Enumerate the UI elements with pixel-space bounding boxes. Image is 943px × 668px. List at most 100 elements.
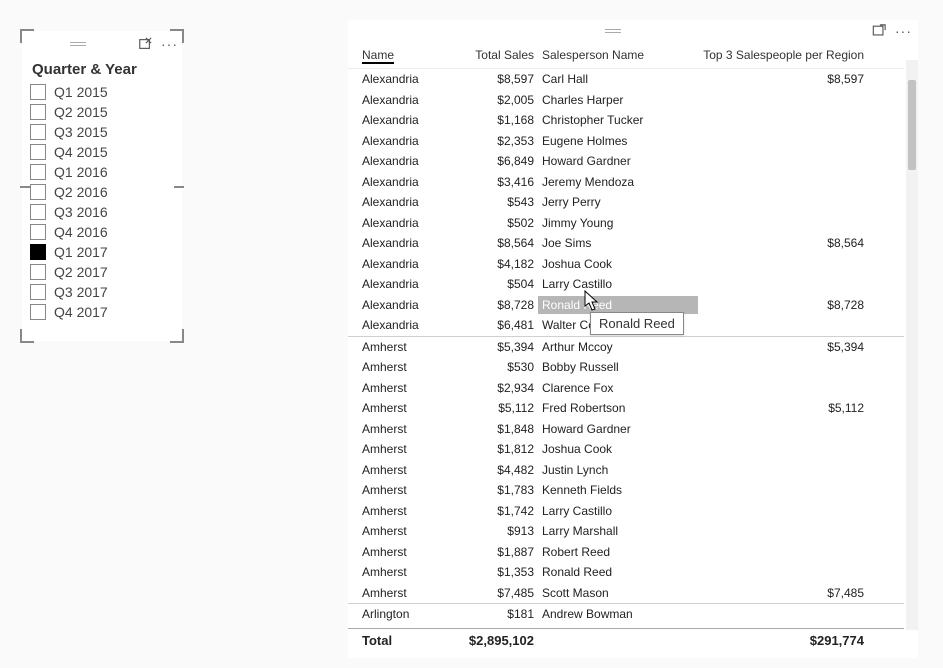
checkbox-icon[interactable] (30, 284, 46, 300)
table-row[interactable]: Alexandria$502Jimmy Young (348, 213, 904, 234)
column-header-top3[interactable]: Top 3 Salespeople per Region (698, 46, 868, 64)
table-row[interactable]: Alexandria$8,597Carl Hall$8,597 (348, 69, 904, 90)
slicer-item[interactable]: Q2 2017 (28, 262, 176, 282)
cell-salesperson: Jimmy Young (538, 214, 698, 233)
table-row[interactable]: Amherst$1,742Larry Castillo (348, 501, 904, 522)
table-row[interactable]: Amherst$1,812Joshua Cook (348, 439, 904, 460)
slicer-item[interactable]: Q4 2015 (28, 142, 176, 162)
cell-salesperson: Jeremy Mendoza (538, 173, 698, 192)
slicer-item[interactable]: Q1 2015 (28, 82, 176, 102)
slicer-item[interactable]: Q4 2016 (28, 222, 176, 242)
slicer-item[interactable]: Q2 2016 (28, 182, 176, 202)
table-row[interactable]: Alexandria$1,168Christopher Tucker (348, 110, 904, 131)
table-row[interactable]: Amherst$913Larry Marshall (348, 521, 904, 542)
cell-name: Amherst (358, 399, 428, 418)
checkbox-icon[interactable] (30, 84, 46, 100)
checkbox-icon[interactable] (30, 104, 46, 120)
table-row[interactable]: Amherst$530Bobby Russell (348, 357, 904, 378)
focus-mode-icon[interactable] (871, 23, 887, 39)
cell-salesperson: Larry Castillo (538, 502, 698, 521)
table-row[interactable]: Alexandria$6,481Walter Cox (348, 315, 904, 336)
checkbox-icon[interactable] (30, 144, 46, 160)
table-row[interactable]: Alexandria$8,728Ronald Reed$8,728 (348, 295, 904, 316)
drag-handle[interactable] (69, 39, 87, 49)
checkbox-icon[interactable] (30, 164, 46, 180)
table-row[interactable]: Alexandria$2,005Charles Harper (348, 90, 904, 111)
table-row[interactable]: Alexandria$543Jerry Perry (348, 192, 904, 213)
checkbox-icon[interactable] (30, 264, 46, 280)
more-options-icon[interactable]: ··· (895, 23, 912, 39)
table-row[interactable]: Amherst$4,482Justin Lynch (348, 460, 904, 481)
checkbox-icon[interactable] (30, 304, 46, 320)
table-row[interactable]: Amherst$2,934Clarence Fox (348, 378, 904, 399)
cell-top3: $8,597 (698, 70, 868, 89)
table-row[interactable]: Arlington$181Andrew Bowman (348, 603, 904, 625)
table-row[interactable]: Amherst$1,353Ronald Reed (348, 562, 904, 583)
table-row[interactable]: Amherst$7,485Scott Mason$7,485 (348, 583, 904, 604)
cell-total-sales: $7,485 (428, 584, 538, 603)
slicer-item[interactable]: Q1 2017 (28, 242, 176, 262)
cell-salesperson: Walter Cox (538, 316, 698, 335)
slicer-item[interactable]: Q4 2017 (28, 302, 176, 322)
cell-salesperson: Joshua Cook (538, 440, 698, 459)
slicer-item-label: Q3 2015 (54, 124, 108, 140)
resize-handle[interactable] (174, 186, 184, 188)
slicer-item[interactable]: Q3 2017 (28, 282, 176, 302)
slicer-quarter-year[interactable]: ··· Quarter & Year Q1 2015Q2 2015Q3 2015… (22, 31, 182, 341)
cell-salesperson: Jerry Perry (538, 193, 698, 212)
cell-top3: $5,394 (698, 338, 868, 357)
slicer-item-label: Q2 2016 (54, 184, 108, 200)
cell-total-sales: $5,112 (428, 399, 538, 418)
cell-total-sales: $4,482 (428, 461, 538, 480)
table-row[interactable]: Alexandria$504Larry Castillo (348, 274, 904, 295)
cell-top3 (698, 440, 868, 459)
slicer-item[interactable]: Q3 2015 (28, 122, 176, 142)
slicer-item[interactable]: Q3 2016 (28, 202, 176, 222)
cell-salesperson: Bobby Russell (538, 358, 698, 377)
slicer-item[interactable]: Q2 2015 (28, 102, 176, 122)
cell-total-sales: $2,005 (428, 91, 538, 110)
table-row[interactable]: Amherst$1,783Kenneth Fields (348, 480, 904, 501)
checkbox-icon[interactable] (30, 184, 46, 200)
cell-name: Alexandria (358, 173, 428, 192)
resize-handle[interactable] (20, 186, 30, 188)
checkbox-icon[interactable] (30, 224, 46, 240)
scrollbar-thumb[interactable] (908, 80, 916, 170)
checkbox-icon[interactable] (30, 244, 46, 260)
table-row[interactable]: Amherst$5,112Fred Robertson$5,112 (348, 398, 904, 419)
checkbox-icon[interactable] (30, 204, 46, 220)
table-row[interactable]: Amherst$1,848Howard Gardner (348, 419, 904, 440)
table-row[interactable]: Alexandria$4,182Joshua Cook (348, 254, 904, 275)
cell-total-sales: $530 (428, 358, 538, 377)
cell-total-sales: $3,416 (428, 173, 538, 192)
column-header-name[interactable]: Name (362, 48, 394, 64)
cell-name: Alexandria (358, 70, 428, 89)
slicer-item-label: Q4 2017 (54, 304, 108, 320)
cell-total-sales: $8,597 (428, 70, 538, 89)
column-header-salesperson[interactable]: Salesperson Name (538, 46, 698, 64)
table-row[interactable]: Alexandria$2,353Eugene Holmes (348, 131, 904, 152)
table-row[interactable]: Amherst$5,394Arthur Mccoy$5,394 (348, 336, 904, 358)
drag-handle[interactable] (604, 26, 622, 36)
cell-total-sales: $4,182 (428, 255, 538, 274)
table-row[interactable]: Amherst$1,887Robert Reed (348, 542, 904, 563)
cell-name: Alexandria (358, 193, 428, 212)
resize-handle[interactable] (170, 329, 184, 343)
total-sales: $2,895,102 (428, 633, 538, 648)
table-row[interactable]: Alexandria$3,416Jeremy Mendoza (348, 172, 904, 193)
vertical-scrollbar[interactable] (906, 60, 918, 630)
table-visual[interactable]: ··· Name Total Sales Salesperson Name To… (348, 20, 918, 658)
checkbox-icon[interactable] (30, 124, 46, 140)
cell-total-sales: $181 (428, 605, 538, 624)
slicer-item[interactable]: Q1 2016 (28, 162, 176, 182)
table-row[interactable]: Alexandria$6,849Howard Gardner (348, 151, 904, 172)
column-header-total-sales[interactable]: Total Sales (428, 46, 538, 64)
cell-salesperson: Kenneth Fields (538, 481, 698, 500)
more-options-icon[interactable]: ··· (161, 36, 178, 52)
table-row[interactable]: Alexandria$8,564Joe Sims$8,564 (348, 233, 904, 254)
cell-top3 (698, 214, 868, 233)
cell-top3 (698, 193, 868, 212)
clear-selections-icon[interactable] (137, 36, 153, 52)
cell-total-sales: $502 (428, 214, 538, 233)
resize-handle[interactable] (20, 329, 34, 343)
